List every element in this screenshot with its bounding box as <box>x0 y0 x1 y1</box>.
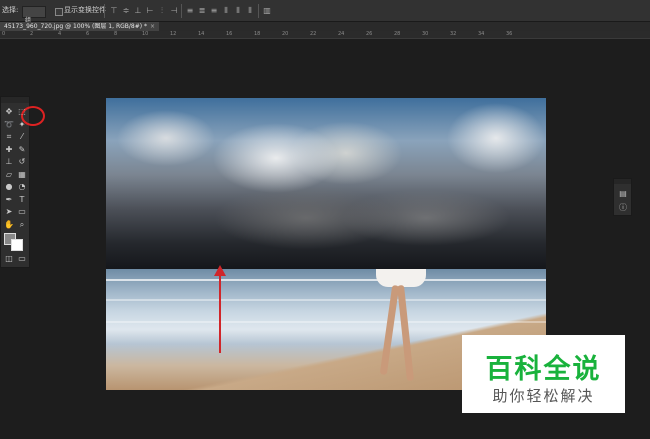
ruler-tick: 26 <box>366 31 373 37</box>
move-icon[interactable]: ✥ <box>3 106 15 117</box>
ruler-tick: 36 <box>506 31 513 37</box>
ruler-tick: 20 <box>282 31 289 37</box>
zoom-icon[interactable]: ⌕ <box>16 219 28 230</box>
wave-foam <box>106 279 546 281</box>
document-tab-title: 45173_960_720.jpg @ 100% (图层 1, RGB/8#) … <box>4 23 147 30</box>
quick-mask-icon[interactable]: ◫ <box>3 253 15 264</box>
watermark-badge: 百科全说 助你轻松解决 <box>462 335 625 413</box>
align-vcenter-icon[interactable]: ≑ <box>122 7 130 15</box>
path-select-icon[interactable]: ➤ <box>3 206 15 217</box>
divider <box>258 4 259 18</box>
eraser-icon[interactable]: ▱ <box>3 169 15 180</box>
ruler-tick: 30 <box>422 31 429 37</box>
background-color-swatch[interactable] <box>11 239 23 251</box>
auto-select-label: 选择: <box>2 6 19 14</box>
left-leg <box>379 284 400 376</box>
distribute-right-icon[interactable]: ⦀ <box>246 7 254 15</box>
brush-icon[interactable]: ✎ <box>16 144 28 155</box>
align-bottom-icon[interactable]: ⊥ <box>134 7 142 15</box>
type-icon[interactable]: T <box>16 194 28 205</box>
pen-icon[interactable]: ✒ <box>3 194 15 205</box>
ruler-tick: 2 <box>30 31 34 37</box>
document-tab[interactable]: 45173_960_720.jpg @ 100% (图层 1, RGB/8#) … <box>0 22 160 31</box>
ruler-tick: 28 <box>394 31 401 37</box>
ruler-tick: 18 <box>254 31 261 37</box>
divider <box>104 4 105 18</box>
gradient-icon[interactable]: ▦ <box>16 169 28 180</box>
lasso-icon[interactable]: ➰ <box>3 119 15 130</box>
shape-icon[interactable]: ▭ <box>16 206 28 217</box>
collapsed-panel-header[interactable] <box>614 179 631 184</box>
storm-clouds-layer[interactable] <box>106 98 546 269</box>
align-hcenter-icon[interactable]: ⫶ <box>158 7 166 15</box>
history-panel-icon[interactable]: ▤ <box>618 189 628 199</box>
marquee-icon[interactable]: ⬚ <box>16 106 28 117</box>
ruler-tick: 0 <box>2 31 6 37</box>
auto-select-dropdown[interactable]: 组 <box>22 6 46 24</box>
wave-foam <box>106 321 546 323</box>
history-brush-icon[interactable]: ↺ <box>16 156 28 167</box>
ruler-tick: 12 <box>170 31 177 37</box>
ruler-tick: 16 <box>226 31 233 37</box>
ruler-tick: 34 <box>478 31 485 37</box>
tools-panel-header[interactable] <box>1 97 29 103</box>
dodge-icon[interactable]: ◔ <box>16 181 28 192</box>
walking-woman <box>366 269 436 389</box>
options-bar: 选择: 组 显示变换控件 ⊤ ≑ ⊥ ⊢ ⫶ ⊣ ≡ ≣ ≡ ⦀ ⦀ ⦀ ▥ <box>0 0 650 24</box>
distribute-top-icon[interactable]: ≡ <box>186 7 194 15</box>
show-transform-label: 显示变换控件 <box>64 6 106 14</box>
hand-icon[interactable]: ✋ <box>3 219 15 230</box>
watermark-title: 百科全说 <box>485 354 602 385</box>
horizontal-ruler: 0 2 4 6 8 10 12 14 16 18 20 22 24 26 28 … <box>0 31 650 39</box>
distribute-left-icon[interactable]: ⦀ <box>222 7 230 15</box>
collapsed-panel: ▤ ⓘ <box>613 178 632 216</box>
ruler-tick: 10 <box>142 31 149 37</box>
info-panel-icon[interactable]: ⓘ <box>618 203 628 213</box>
ruler-tick: 32 <box>450 31 457 37</box>
ruler-tick: 22 <box>310 31 317 37</box>
eyedropper-icon[interactable]: ⁄ <box>16 131 28 142</box>
watermark-subtitle: 助你轻松解决 <box>492 387 595 405</box>
ruler-tick: 8 <box>114 31 118 37</box>
crop-icon[interactable]: ⌗ <box>3 131 15 142</box>
red-arrow-shaft <box>219 275 221 353</box>
distribute-hcenter-icon[interactable]: ⦀ <box>234 7 242 15</box>
document-tab-bar: 45173_960_720.jpg @ 100% (图层 1, RGB/8#) … <box>0 22 650 31</box>
ruler-tick: 4 <box>58 31 62 37</box>
align-left-icon[interactable]: ⊢ <box>146 7 154 15</box>
stamp-icon[interactable]: ⊥ <box>3 156 15 167</box>
right-leg <box>397 284 414 382</box>
auto-align-icon[interactable]: ▥ <box>263 7 271 15</box>
distribute-bottom-icon[interactable]: ≡ <box>210 7 218 15</box>
distribute-vcenter-icon[interactable]: ≣ <box>198 7 206 15</box>
healing-icon[interactable]: ✚ <box>3 144 15 155</box>
show-transform-checkbox[interactable] <box>55 8 63 16</box>
ruler-tick: 14 <box>198 31 205 37</box>
screen-mode-icon[interactable]: ▭ <box>16 253 28 264</box>
divider <box>181 4 182 18</box>
align-right-icon[interactable]: ⊣ <box>170 7 178 15</box>
wave-foam <box>106 299 546 301</box>
blur-icon[interactable]: ● <box>3 181 15 192</box>
close-tab-icon[interactable]: × <box>150 23 155 30</box>
align-top-icon[interactable]: ⊤ <box>110 7 118 15</box>
ruler-tick: 6 <box>86 31 90 37</box>
ruler-tick: 24 <box>338 31 345 37</box>
magic-wand-icon[interactable]: ✦ <box>16 119 28 130</box>
